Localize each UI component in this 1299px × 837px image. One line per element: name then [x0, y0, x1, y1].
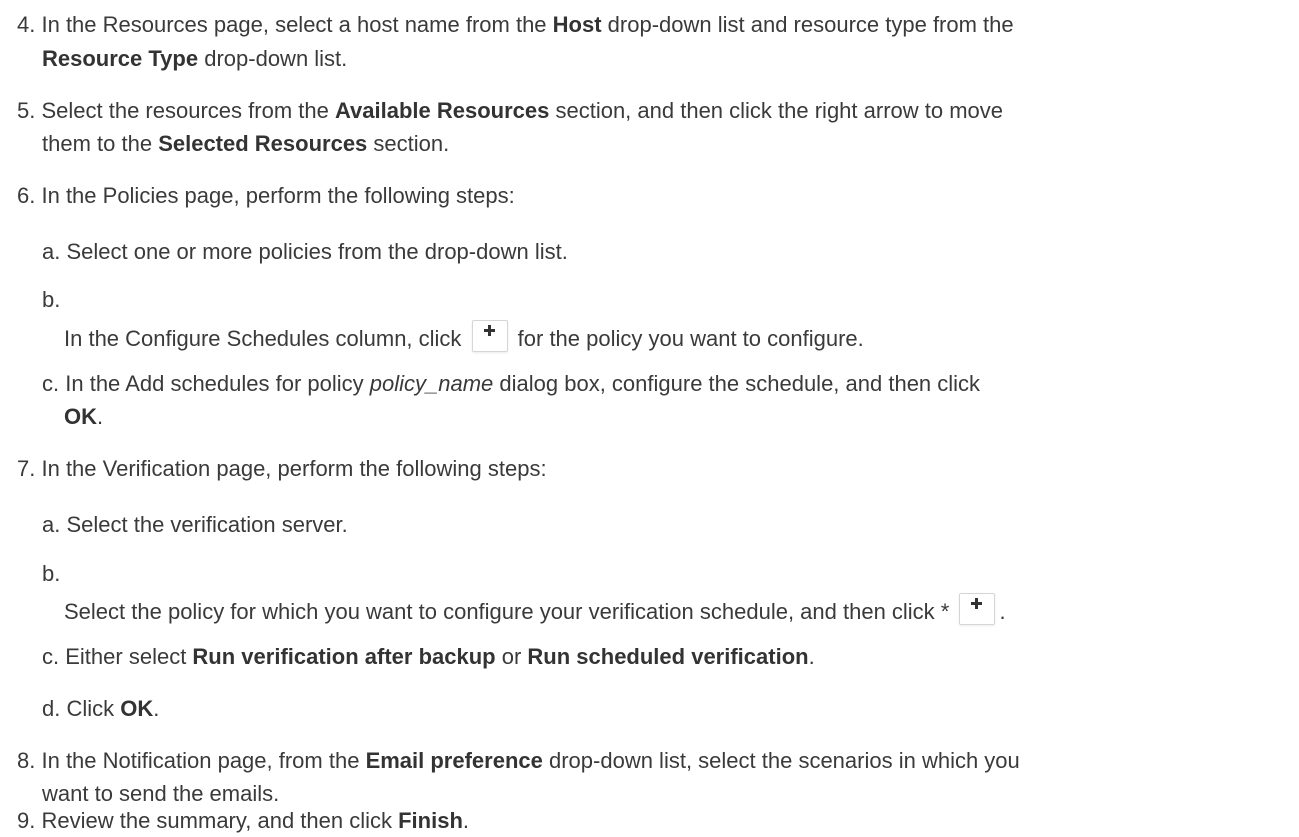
bold-term: Available Resources [334, 98, 550, 123]
step-5-continued: them to the Selected Resources section. [42, 131, 449, 157]
step-4-continued: Resource Type drop-down list. [42, 46, 347, 72]
substep-label: c. [42, 371, 60, 396]
step-text: want to send the emails. [42, 781, 280, 806]
bold-term: Selected Resources [158, 131, 368, 156]
step-6b: In the Configure Schedules column, click… [64, 320, 864, 352]
step-text: section, and then click the right arrow … [549, 98, 1004, 123]
step-6c: c. In the Add schedules for policy polic… [42, 371, 980, 397]
substep-text: In the Configure Schedules column, click [64, 326, 468, 351]
add-verification-schedule-button[interactable] [959, 593, 996, 625]
step-7d: d. Click OK. [42, 696, 159, 722]
step-6c-continued: OK. [64, 404, 103, 430]
bold-term: Email preference [365, 748, 543, 773]
step-text: In the Notification page, from the [41, 748, 366, 773]
substep-text: Select the verification server. [66, 512, 348, 537]
substep-label: c. [42, 644, 60, 669]
step-6a: a. Select one or more policies from the … [42, 239, 568, 265]
step-number: 6. [17, 183, 36, 208]
substep-label: a. [42, 239, 61, 264]
step-number: 5. [17, 98, 36, 123]
bold-term: Finish [398, 808, 463, 833]
substep-text: dialog box, configure the schedule, and … [493, 371, 981, 396]
step-number: 4. [17, 12, 36, 37]
step-number: 8. [17, 748, 36, 773]
step-text: . [462, 808, 470, 833]
substep-text: . [999, 599, 1006, 624]
step-7: 7. In the Verification page, perform the… [17, 456, 547, 482]
step-text: them to the [42, 131, 159, 156]
bold-term: Run scheduled verification [527, 644, 809, 669]
step-4: 4. In the Resources page, select a host … [17, 12, 1014, 38]
step-6: 6. In the Policies page, perform the fol… [17, 183, 515, 209]
step-9: 9. Review the summary, and then click Fi… [17, 808, 469, 834]
step-5: 5. Select the resources from the Availab… [17, 98, 1003, 124]
step-7a: a. Select the verification server. [42, 512, 348, 538]
substep-label: a. [42, 512, 61, 537]
substep-text: Click [66, 696, 121, 721]
step-text: In the Policies page, perform the follow… [41, 183, 515, 208]
step-text: drop-down list, select the scenarios in … [542, 748, 1020, 773]
substep-text: . [808, 644, 815, 669]
italic-term: policy_name [369, 371, 494, 396]
step-7c: c. Either select Run verification after … [42, 644, 815, 670]
step-text: Select the resources from the [41, 98, 335, 123]
bold-term: OK [120, 696, 154, 721]
substep-label: b. [42, 561, 61, 586]
substep-text: . [153, 696, 160, 721]
substep-text: In the Add schedules for policy [65, 371, 370, 396]
bold-term: Run verification after backup [192, 644, 496, 669]
substep-text: Select one or more policies from the dro… [66, 239, 568, 264]
substep-text: Either select [65, 644, 193, 669]
step-text: In the Resources page, select a host nam… [41, 12, 553, 37]
step-text: In the Verification page, perform the fo… [41, 456, 547, 481]
step-7b: Select the policy for which you want to … [64, 593, 1006, 625]
add-schedule-button[interactable] [471, 320, 508, 352]
step-6b-label: b. [42, 287, 60, 313]
plus-icon [483, 325, 495, 336]
substep-text: or [495, 644, 528, 669]
step-8: 8. In the Notification page, from the Em… [17, 748, 1020, 774]
plus-icon [971, 598, 983, 609]
bold-term: OK [64, 404, 97, 429]
step-7b-label: b. [42, 561, 60, 587]
substep-text: for the policy you want to configure. [511, 326, 864, 351]
step-text: Review the summary, and then click [41, 808, 399, 833]
step-number: 9. [17, 808, 36, 833]
step-8-continued: want to send the emails. [42, 781, 279, 807]
step-text: section. [367, 131, 450, 156]
substep-text: Select the policy for which you want to … [64, 599, 956, 624]
substep-label: b. [42, 287, 61, 312]
bold-term: Host [552, 12, 602, 37]
step-text: drop-down list and resource type from th… [601, 12, 1014, 37]
step-number: 7. [17, 456, 36, 481]
bold-term: Resource Type [42, 46, 199, 71]
substep-text: . [97, 404, 104, 429]
substep-label: d. [42, 696, 61, 721]
step-text: drop-down list. [198, 46, 348, 71]
